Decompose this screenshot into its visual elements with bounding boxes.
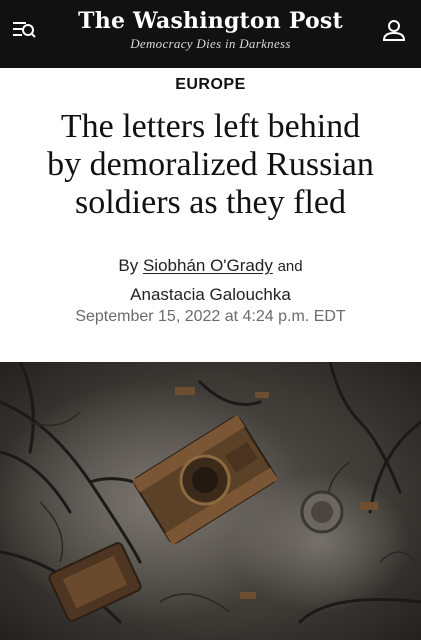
- top-navigation-bar: The Washington Post Democracy Dies in Da…: [0, 0, 421, 68]
- article-headline: The letters left behind by demoralized R…: [16, 108, 405, 222]
- headline-line: by demoralized Russian: [47, 146, 374, 183]
- byline-conjunction: and: [277, 258, 303, 275]
- account-icon[interactable]: [381, 16, 407, 44]
- publish-date: September 15, 2022 at 4:24 p.m. EDT: [75, 308, 346, 325]
- masthead[interactable]: The Washington Post Democracy Dies in Da…: [0, 6, 421, 52]
- hero-image: [0, 362, 421, 640]
- headline-line: The letters left behind: [60, 108, 361, 145]
- author-name-2[interactable]: Anastacia Galouchka: [130, 285, 291, 304]
- section-label[interactable]: EUROPE: [0, 76, 421, 94]
- author-link-1[interactable]: Siobhán O'Grady: [143, 256, 273, 275]
- brand-tagline: Democracy Dies in Darkness: [130, 36, 291, 51]
- headline-line: soldiers as they fled: [75, 184, 346, 221]
- byline: By Siobhán O'Grady and Anastacia Galouch…: [0, 252, 421, 309]
- brand-logo[interactable]: The Washington Post: [0, 6, 421, 36]
- byline-prefix: By: [118, 256, 139, 275]
